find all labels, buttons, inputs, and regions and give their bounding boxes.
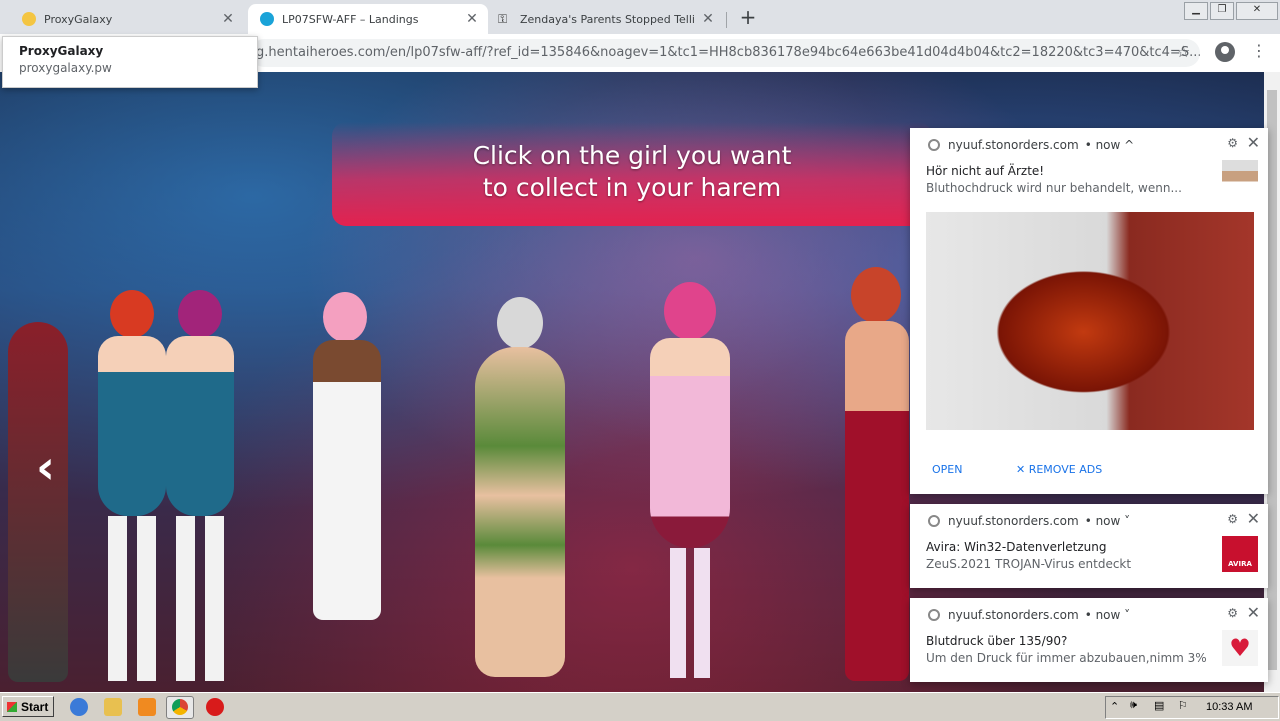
stop-icon[interactable] [206,698,224,716]
gear-icon[interactable]: ⚙ [1227,136,1238,150]
chrome-icon [928,609,940,621]
notification-source: nyuuf.stonorders.com • now ˅ [928,608,1130,622]
notification-title: Avira: Win32-Datenverletzung [926,540,1107,554]
tab-hover-tooltip: ProxyGalaxy proxygalaxy.pw [2,36,258,88]
notification-source: nyuuf.stonorders.com • now ˅ [928,514,1130,528]
flag-icon[interactable]: ⚐ [1178,699,1188,712]
heart-thumbnail-icon: ♥ [1222,630,1258,666]
notification-domain: nyuuf.stonorders.com [948,138,1079,152]
headline-banner: Click on the girl you want to collect in… [332,122,932,226]
notification-time: • now ^ [1084,138,1135,152]
close-icon[interactable]: ✕ [1247,603,1260,622]
notification-card-1[interactable]: nyuuf.stonorders.com • now ^ ⚙ ✕ Hör nic… [910,128,1268,494]
profile-avatar-icon[interactable] [1215,42,1235,62]
notification-time: • now ˅ [1084,608,1131,622]
notification-body: Um den Druck für immer abzubauen,nimm 3% [926,651,1207,665]
close-window-button[interactable]: ✕ [1236,2,1278,20]
character-cat-girl[interactable] [295,292,390,687]
internet-explorer-icon[interactable] [70,698,88,716]
network-icon[interactable]: ▤ [1154,699,1164,712]
tab-zendaya[interactable]: ⚿ Zendaya's Parents Stopped Telling H ✕ [490,4,724,34]
close-icon[interactable]: ✕ [464,11,480,27]
notification-domain: nyuuf.stonorders.com [948,514,1079,528]
new-tab-button[interactable]: + [736,6,760,30]
address-bar[interactable]: g.hentaiheroes.com/en/lp07sfw-aff/?ref_i… [250,39,1200,67]
avira-logo-text: AVIRA [1228,560,1252,568]
menu-dots-icon[interactable]: ⋮ [1251,41,1267,60]
minimize-button[interactable]: ▁ [1184,2,1208,20]
remove-ads-button[interactable]: ✕ REMOVE ADS [1016,463,1102,476]
tab-title: LP07SFW-AFF – Landings [282,12,419,26]
notification-actions: OPEN ✕ REMOVE ADS [932,463,1152,476]
start-button[interactable]: Start [2,696,54,717]
avira-logo-icon: AVIRA [1222,536,1258,572]
tooltip-url: proxygalaxy.pw [19,61,112,75]
notification-time: • now ˅ [1084,514,1131,528]
notification-title: Blutdruck über 135/90? [926,634,1068,648]
close-icon[interactable]: ✕ [1247,133,1260,152]
chrome-icon [172,699,188,715]
clock[interactable]: 10:33 AM [1206,701,1252,713]
headline-line-1: Click on the girl you want [472,141,792,170]
landings-favicon-icon [260,12,274,26]
media-player-icon[interactable] [138,698,156,716]
headline-line-2: to collect in your harem [482,173,782,202]
gear-icon[interactable]: ⚙ [1227,606,1238,620]
character-maid-purple-hair[interactable] [160,290,240,685]
notification-title: Hör nicht auf Ärzte! [926,164,1045,178]
character-red-dress[interactable] [845,267,915,687]
tab-divider [726,12,727,28]
bookmark-star-icon[interactable]: ☆ [1176,42,1190,61]
honey-jar-image [926,212,1254,430]
tray-expand-icon[interactable]: ⌃ [1110,700,1119,713]
tooltip-title: ProxyGalaxy [19,44,104,58]
notification-body: Bluthochdruck wird nur behandelt, wenn..… [926,181,1182,195]
chrome-icon [928,139,940,151]
character-elf-plant[interactable] [445,287,595,687]
open-button[interactable]: OPEN [932,463,962,476]
tab-strip: ProxyGalaxy ✕ LP07SFW-AFF – Landings ✕ ⚿… [0,0,1280,34]
proxygalaxy-favicon-icon [22,12,36,26]
system-tray: ⌃ 🕪 ▤ ⚐ 10:33 AM [1105,696,1279,719]
folder-icon[interactable] [104,698,122,716]
notification-body: ZeuS.2021 TROJAN-Virus entdeckt [926,557,1132,571]
maximize-button[interactable]: ❐ [1210,2,1234,20]
headline-text: Click on the girl you want to collect in… [332,140,932,204]
tab-landings[interactable]: LP07SFW-AFF – Landings ✕ [248,4,488,34]
notification-domain: nyuuf.stonorders.com [948,608,1079,622]
notification-source: nyuuf.stonorders.com • now ^ [928,138,1134,152]
tab-title: ProxyGalaxy [44,12,113,26]
close-icon[interactable]: ✕ [700,11,716,27]
notification-card-3[interactable]: nyuuf.stonorders.com • now ˅ ⚙ ✕ Blutdru… [910,598,1268,682]
chrome-taskbar-icon[interactable] [166,696,194,719]
scrollbar-thumb[interactable] [1267,90,1277,670]
tab-title: Zendaya's Parents Stopped Telling H [520,12,694,26]
key-favicon-icon: ⚿ [498,12,508,26]
gear-icon[interactable]: ⚙ [1227,512,1238,526]
windows-taskbar: Start ⌃ 🕪 ▤ ⚐ 10:33 AM [0,692,1280,721]
tab-proxygalaxy[interactable]: ProxyGalaxy ✕ [8,4,244,34]
doctor-thumbnail-icon [1222,160,1258,196]
character-pink-hair-waitress[interactable] [630,282,750,682]
close-icon[interactable]: ✕ [220,11,236,27]
notification-card-2[interactable]: nyuuf.stonorders.com • now ˅ ⚙ ✕ Avira: … [910,504,1268,588]
close-icon[interactable]: ✕ [1247,509,1260,528]
volume-icon[interactable]: 🕪 [1130,699,1137,712]
chrome-icon [928,515,940,527]
prev-character-arrow[interactable]: ‹ [36,444,55,490]
